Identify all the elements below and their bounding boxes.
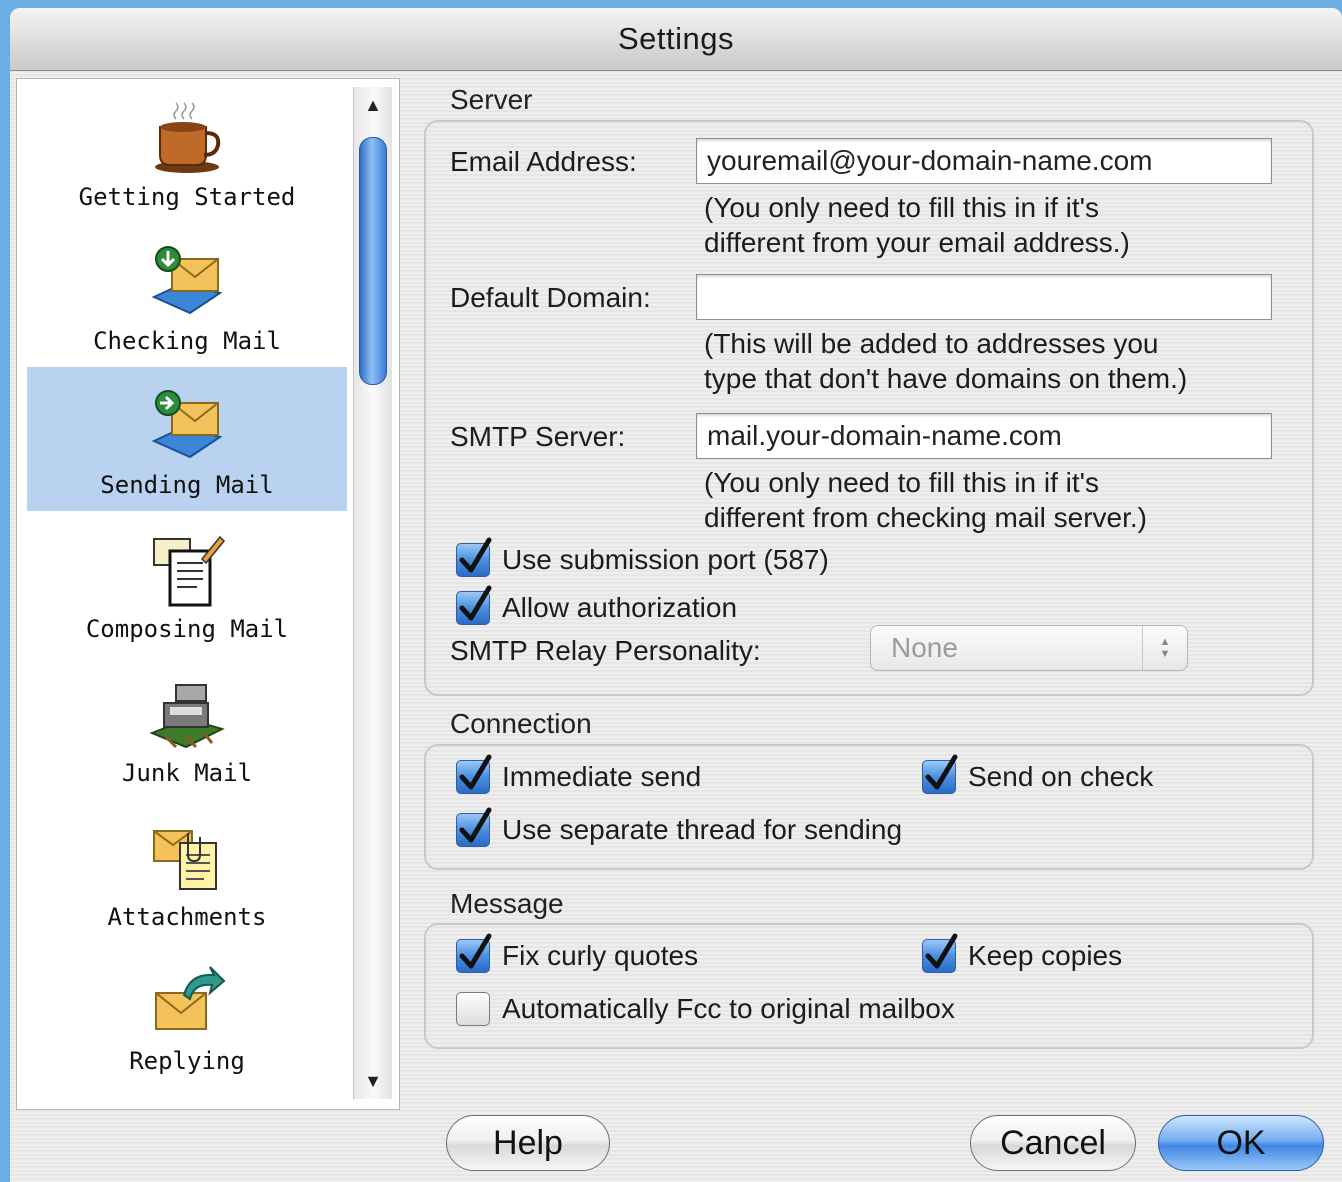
ok-button[interactable]: OK (1158, 1115, 1324, 1171)
sidebar-item-junk-mail[interactable]: Junk Mail (27, 655, 347, 799)
scroll-up-arrow-icon[interactable]: ▲ (354, 87, 392, 123)
settings-window: Settings Getting Started Checking Mail S… (10, 8, 1342, 1182)
attachment-documents-icon (153, 830, 217, 890)
junk-mail-icon (149, 684, 225, 749)
checkmark-icon (459, 933, 492, 969)
checkbox-box[interactable] (922, 754, 958, 794)
sidebar-item-sending-mail[interactable]: Sending Mail (27, 367, 347, 511)
checkbox-box[interactable] (456, 537, 492, 577)
default-domain-field[interactable] (696, 274, 1272, 320)
submission-port-checkbox[interactable]: Use submission port (587) (456, 537, 829, 577)
sidebar-item-label: Attachments (107, 903, 267, 931)
checkmark-icon (925, 754, 958, 790)
sidebar-item-label: Composing Mail (85, 615, 289, 643)
smtp-server-label: SMTP Server: (450, 421, 626, 452)
checkmark-icon (925, 933, 958, 969)
smtp-relay-personality-label: SMTP Relay Personality: (450, 635, 761, 666)
sidebar-item-label: Checking Mail (93, 327, 281, 355)
email-hint-line-1: (You only need to fill this in if it's (704, 192, 1099, 223)
allow-authorization-label: Allow authorization (502, 592, 738, 623)
sidebar-item-replying[interactable]: Replying (27, 943, 347, 1087)
smtp-relay-personality-popup[interactable]: None ▲ ▼ (870, 625, 1188, 671)
email-hint-line-2: different from your email address.) (704, 227, 1130, 258)
email-address-field[interactable] (696, 138, 1272, 184)
fix-curly-quotes-label: Fix curly quotes (502, 940, 699, 971)
popup-selected-value: None (891, 632, 958, 663)
scroll-thumb[interactable] (359, 137, 387, 385)
checkmark-icon (459, 585, 492, 621)
checkmark-icon (459, 537, 492, 573)
smtp-hint-line-1: (You only need to fill this in if it's (704, 467, 1099, 498)
email-address-label: Email Address: (450, 146, 637, 177)
settings-sidebar: Getting Started Checking Mail Sending Ma… (16, 78, 400, 1110)
title-bar[interactable]: Settings (10, 8, 1342, 71)
immediate-send-label: Immediate send (502, 761, 702, 792)
sidebar-item-label: Replying (129, 1047, 245, 1075)
window-title: Settings (617, 21, 734, 56)
sidebar-scrollbar[interactable]: ▲ ▼ (353, 87, 392, 1099)
submission-port-label: Use submission port (587) (502, 544, 829, 575)
checkmark-icon (459, 807, 492, 843)
checkbox-box[interactable] (456, 585, 492, 625)
sidebar-item-label: Junk Mail (121, 759, 253, 787)
sidebar-item-label: Getting Started (78, 183, 296, 211)
checkbox-box[interactable] (456, 754, 492, 794)
domain-hint-line-2: type that don't have domains on them.) (704, 363, 1188, 394)
category-list: Getting Started Checking Mail Sending Ma… (27, 79, 347, 1109)
allow-authorization-checkbox[interactable]: Allow authorization (456, 585, 738, 625)
sidebar-item-checking-mail[interactable]: Checking Mail (27, 223, 347, 367)
immediate-send-checkbox[interactable]: Immediate send (456, 754, 702, 794)
sidebar-item-attachments[interactable]: Attachments (27, 799, 347, 943)
separate-thread-checkbox[interactable]: Use separate thread for sending (456, 807, 903, 847)
auto-fcc-label: Automatically Fcc to original mailbox (502, 993, 955, 1024)
checkbox-box[interactable] (456, 992, 490, 1026)
domain-hint-line-1: (This will be added to addresses you (704, 328, 1159, 359)
keep-copies-checkbox[interactable]: Keep copies (922, 933, 1123, 973)
mail-download-icon (151, 246, 223, 315)
help-button[interactable]: Help (446, 1115, 610, 1171)
server-group-label: Server (450, 84, 533, 115)
compose-document-icon (153, 535, 226, 607)
checkbox-box[interactable] (456, 933, 492, 973)
keep-copies-label: Keep copies (968, 940, 1123, 971)
fix-curly-quotes-checkbox[interactable]: Fix curly quotes (456, 933, 699, 973)
message-group-label: Message (450, 888, 564, 919)
sidebar-item-label: Sending Mail (100, 471, 274, 499)
mail-send-icon (151, 390, 223, 459)
sidebar-item-composing-mail[interactable]: Composing Mail (27, 511, 347, 655)
separate-thread-label: Use separate thread for sending (502, 814, 903, 845)
checkbox-box[interactable] (456, 807, 492, 847)
default-domain-label: Default Domain: (450, 282, 651, 313)
popup-arrows-icon: ▲ ▼ (1142, 626, 1187, 670)
send-on-check-checkbox[interactable]: Send on check (922, 754, 1154, 794)
checkbox-box[interactable] (922, 933, 958, 973)
coffee-cup-icon (155, 102, 221, 173)
send-on-check-label: Send on check (968, 761, 1154, 792)
auto-fcc-checkbox[interactable]: Automatically Fcc to original mailbox (456, 992, 955, 1026)
checkmark-icon (459, 754, 492, 790)
sidebar-item-getting-started[interactable]: Getting Started (27, 79, 347, 223)
scroll-down-arrow-icon[interactable]: ▼ (354, 1063, 392, 1099)
connection-group-label: Connection (450, 708, 592, 739)
reply-envelope-icon (155, 966, 226, 1030)
smtp-server-field[interactable] (696, 413, 1272, 459)
smtp-hint-line-2: different from checking mail server.) (704, 502, 1147, 533)
cancel-button[interactable]: Cancel (970, 1115, 1136, 1171)
